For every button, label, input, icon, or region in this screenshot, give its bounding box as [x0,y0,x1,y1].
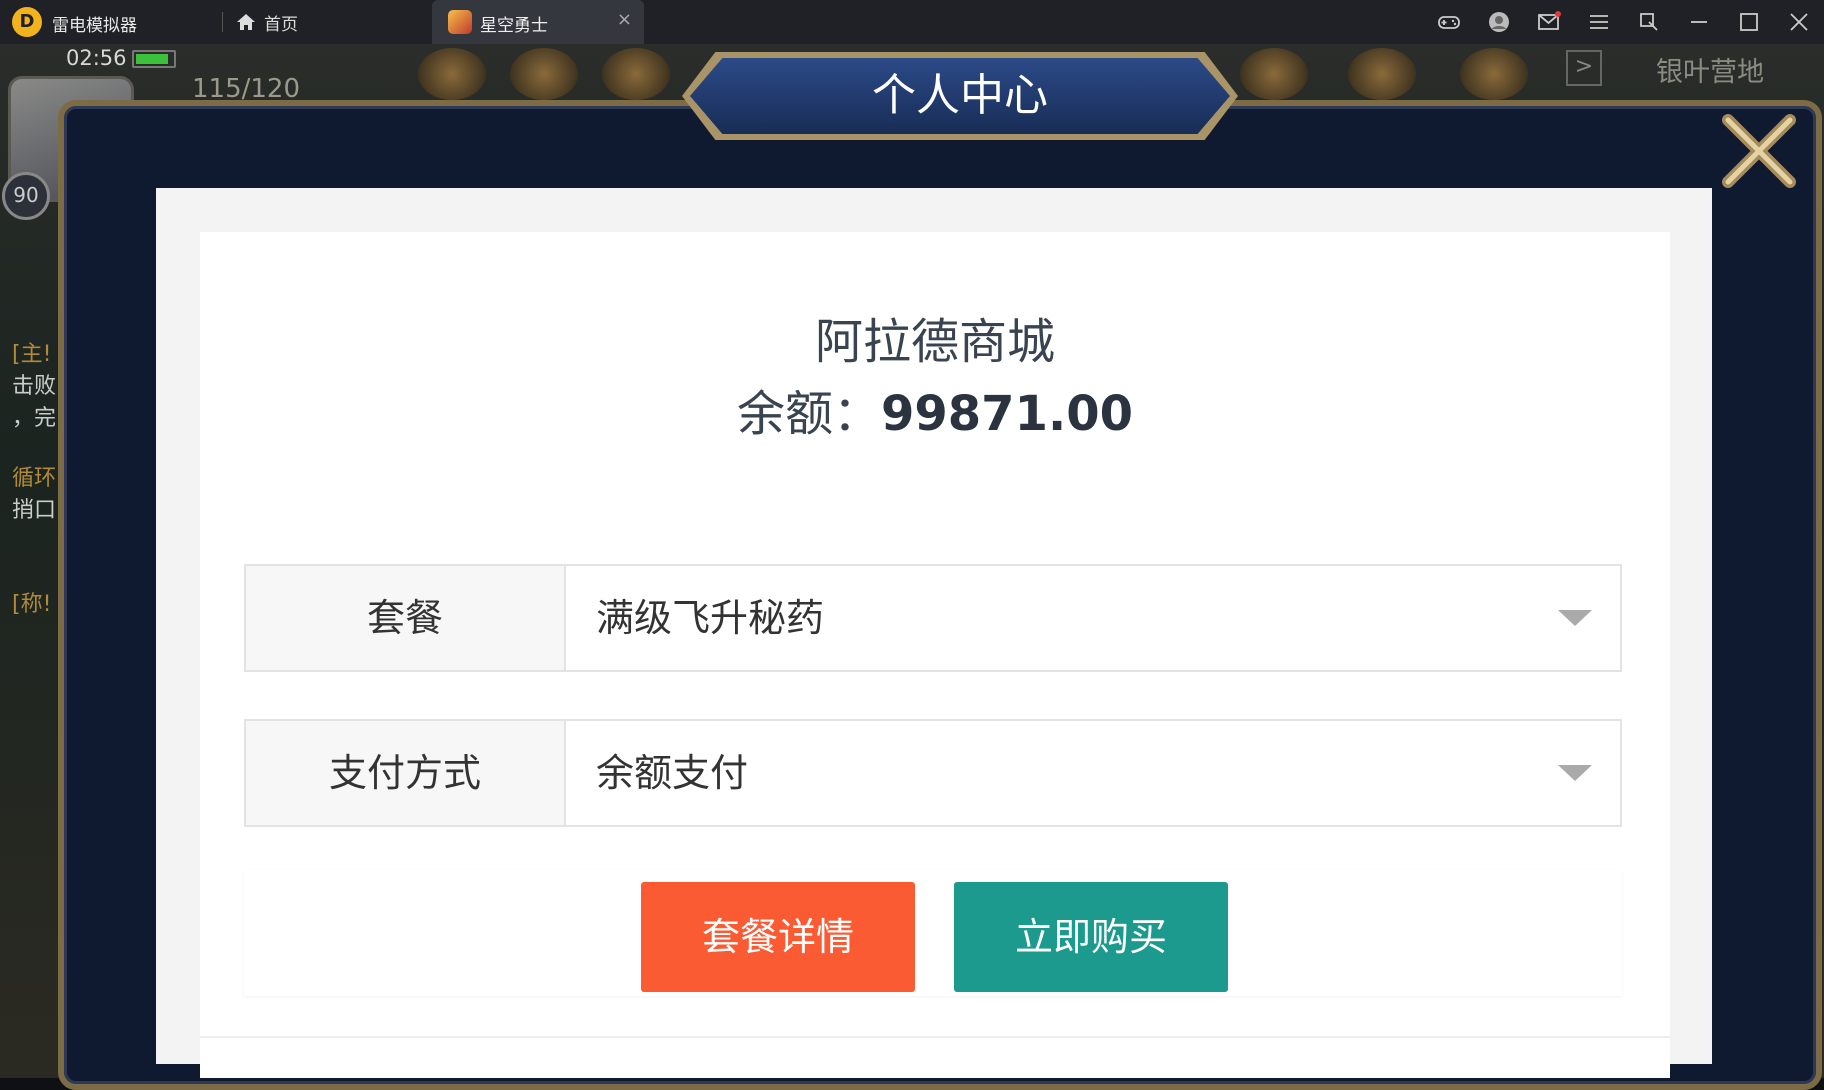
hud-menu-icon[interactable] [1460,48,1528,100]
screenshot-button[interactable] [1624,0,1674,44]
hud-menu-icon[interactable] [510,48,578,100]
player-level-badge: 90 [2,172,50,220]
gamepad-button[interactable] [1424,0,1474,44]
emulator-logo-icon: D [12,7,42,37]
hud-shop-icon[interactable] [1348,48,1416,100]
quest-text: 捎口 [12,498,57,523]
home-icon [237,14,255,30]
button-area [244,870,1622,996]
quest-text: ，完 [12,406,57,431]
maximize-icon [1740,13,1758,31]
menu-button[interactable] [1574,0,1624,44]
package-selected-value: 满级飞升秘药 [596,596,825,640]
package-label: 套餐 [246,566,566,670]
tab-divider [222,12,223,32]
game-app-icon [448,10,472,34]
gamepad-icon [1438,16,1460,29]
modal-close-icon[interactable] [1718,110,1800,192]
package-detail-button[interactable]: 套餐详情 [641,882,915,992]
hud-time: 02:56 [66,46,127,70]
quest-text: 击败 [12,374,57,399]
modal-title: 个人中心 [872,70,1048,121]
close-window-button[interactable] [1774,0,1824,44]
hud-menu-icon[interactable] [602,48,670,100]
window-controls [1424,0,1824,44]
balance-line: 余额：99871.00 [200,374,1670,444]
payment-selected-value: 余额支付 [596,751,749,795]
minimize-icon [1691,21,1707,23]
balance-value: 99871.00 [880,386,1134,442]
quest-text[interactable]: 循环 [12,460,56,492]
screenshot-icon [1640,13,1658,31]
chevron-down-icon [1558,610,1592,626]
location-name: 银叶营地 [1656,57,1764,88]
expand-arrow-icon[interactable]: > [1566,50,1602,86]
tab-game[interactable]: 星空勇士 × [432,0,644,44]
hud-menu-icon[interactable] [418,48,486,100]
buy-now-button[interactable]: 立即购买 [954,882,1228,992]
balance-label: 余额： [736,386,881,442]
tab-close-icon[interactable]: × [617,9,632,30]
account-button[interactable] [1474,0,1524,44]
chevron-down-icon [1558,765,1592,781]
tab-home[interactable]: 首页 [236,8,298,36]
maximize-button[interactable] [1724,0,1774,44]
account-icon [1489,12,1509,32]
package-select[interactable]: 套餐 满级飞升秘药 [244,564,1622,672]
close-icon [1790,13,1808,31]
hud-menu-icon[interactable] [1240,48,1308,100]
mail-icon [1538,11,1561,30]
payment-method-select[interactable]: 支付方式 余额支付 [244,719,1622,827]
tab-game-label: 星空勇士 [480,16,548,36]
battery-fill [136,54,168,64]
mail-button[interactable] [1524,0,1574,44]
emulator-titlebar: D 雷电模拟器 首页 星空勇士 × [0,0,1824,44]
tab-home-label: 首页 [264,14,298,35]
quest-text[interactable]: [称! [12,586,51,618]
minimize-button[interactable] [1674,0,1724,44]
menu-icon [1590,15,1608,29]
app-name: 雷电模拟器 [52,16,137,36]
shop-name: 阿拉德商城 [814,314,1055,370]
payment-label: 支付方式 [246,721,566,825]
divider [200,1036,1670,1038]
battery-icon [132,50,176,68]
quest-text[interactable]: [主! [12,336,51,368]
